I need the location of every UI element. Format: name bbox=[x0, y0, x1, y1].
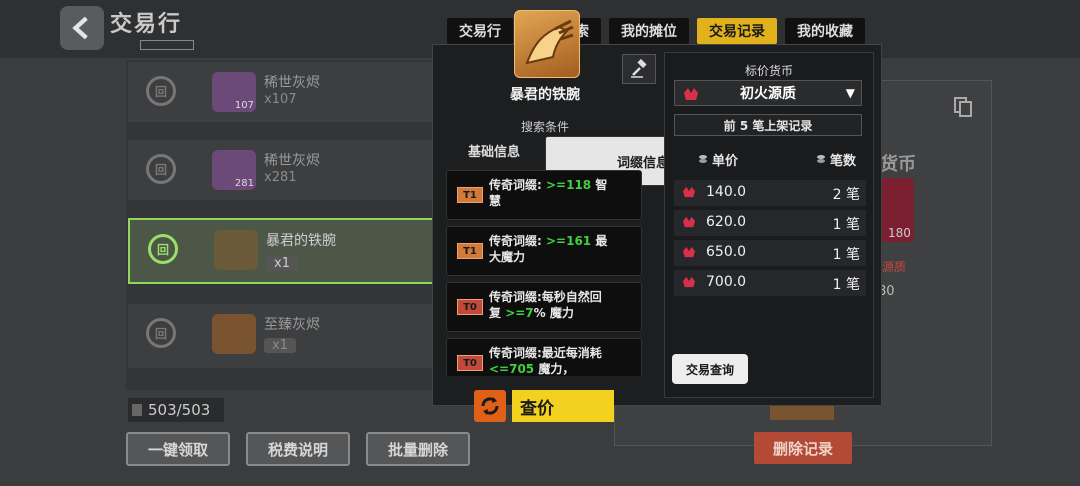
tab-trade-records[interactable]: 交易记录 bbox=[697, 18, 777, 44]
crystal-icon bbox=[683, 276, 695, 288]
tier-badge: T0 bbox=[457, 355, 483, 371]
tab-bar: 交易行 精确搜索 我的摊位 交易记录 我的收藏 bbox=[447, 18, 865, 44]
record-count: 503/503 bbox=[128, 398, 224, 422]
item-thumbnail: 107 bbox=[212, 72, 256, 112]
item-thumbnail bbox=[214, 230, 258, 270]
trade-query-button[interactable]: 交易查询 bbox=[672, 354, 748, 384]
refresh-arrows bbox=[481, 397, 499, 415]
tax-info-button[interactable]: 税费说明 bbox=[246, 432, 350, 466]
recycle-icon: 回 bbox=[146, 76, 176, 106]
unit-price-header: 单价 bbox=[698, 150, 738, 169]
tab-favorites[interactable]: 我的收藏 bbox=[785, 18, 865, 44]
affix-row[interactable]: T0 传奇词缀:最近每消耗 <=705 魔力， bbox=[446, 338, 642, 376]
tier-badge: T1 bbox=[457, 187, 483, 203]
hammer-icon bbox=[631, 59, 647, 78]
tab-my-stall[interactable]: 我的摊位 bbox=[609, 18, 689, 44]
tier-badge: T1 bbox=[457, 243, 483, 259]
currency-select[interactable]: 初火源质 ▼ bbox=[674, 80, 862, 106]
item-thumbnail bbox=[212, 314, 256, 354]
copy-icon[interactable] bbox=[952, 96, 974, 118]
item-name: 至臻灰烬 bbox=[264, 317, 320, 333]
currency-value: 初火源质 bbox=[740, 86, 796, 102]
coin-stack-icon bbox=[817, 154, 825, 163]
currency-label: 标价货币 bbox=[744, 64, 793, 78]
item-name: 稀世灰烬 bbox=[264, 75, 320, 91]
item-quantity: x1 bbox=[266, 256, 298, 271]
crystal-count: 180 bbox=[888, 226, 911, 240]
refresh-icon[interactable] bbox=[474, 390, 506, 422]
title-decoration bbox=[140, 40, 194, 50]
hammer-button[interactable] bbox=[622, 54, 656, 84]
back-button[interactable] bbox=[60, 6, 104, 50]
item-quantity: x1 bbox=[264, 338, 296, 353]
currency-label: 货币 bbox=[880, 154, 916, 175]
gauntlet-icon bbox=[514, 10, 580, 78]
recycle-icon: 回 bbox=[146, 154, 176, 184]
affix-text: 传奇词缀: >=161 最大魔力 bbox=[489, 234, 608, 264]
crystal-icon bbox=[683, 186, 695, 198]
search-conditions-label: 搜索条件 bbox=[520, 120, 569, 134]
table-row: 700.0 1 笔 bbox=[674, 270, 866, 296]
crystal-icon bbox=[683, 246, 695, 258]
recent-listings-label: 前 5 笔上架记录 bbox=[674, 114, 862, 136]
affix-text: 传奇词缀:每秒自然回复 >=7% 魔力 bbox=[489, 290, 602, 320]
table-row: 620.0 1 笔 bbox=[674, 210, 866, 236]
recycle-icon: 回 bbox=[148, 234, 178, 264]
table-row: 140.0 2 笔 bbox=[674, 180, 866, 206]
check-price-button[interactable]: 查价 bbox=[512, 390, 614, 422]
gauntlet-shape bbox=[525, 19, 574, 65]
count-header: 笔数 bbox=[816, 150, 856, 169]
recycle-icon: 回 bbox=[146, 318, 176, 348]
claim-all-button[interactable]: 一键领取 bbox=[126, 432, 230, 466]
affix-text: 传奇词缀:最近每消耗 <=705 魔力， bbox=[489, 346, 602, 376]
page-title: 交易行 bbox=[110, 12, 183, 37]
chevron-left-icon bbox=[72, 16, 88, 40]
crystal-icon bbox=[683, 216, 695, 228]
tab-basic-info[interactable]: 基础信息 bbox=[442, 136, 546, 164]
popup-item-name: 暴君的铁腕 bbox=[510, 87, 580, 103]
tier-badge: T0 bbox=[457, 299, 483, 315]
delete-record-button[interactable]: 删除记录 bbox=[754, 432, 852, 464]
currency-name: 源质 bbox=[882, 260, 907, 274]
crystal-icon bbox=[684, 88, 698, 100]
affix-list: T1 传奇词缀: >=118 智慧 T1 传奇词缀: >=161 最大魔力 T0… bbox=[442, 164, 648, 376]
item-quantity: x107 bbox=[264, 92, 297, 107]
item-thumbnail: 281 bbox=[212, 150, 256, 190]
tab-trade[interactable]: 交易行 bbox=[447, 18, 513, 44]
item-quantity: x281 bbox=[264, 170, 297, 185]
affix-row[interactable]: T1 传奇词缀: >=161 最大魔力 bbox=[446, 226, 642, 276]
item-strip bbox=[770, 404, 834, 420]
item-name: 稀世灰烬 bbox=[264, 153, 320, 169]
table-row: 650.0 1 笔 bbox=[674, 240, 866, 266]
chevron-down-icon: ▼ bbox=[845, 86, 855, 100]
item-name: 暴君的铁腕 bbox=[266, 233, 336, 249]
batch-delete-button[interactable]: 批量删除 bbox=[366, 432, 470, 466]
coin-stack-icon bbox=[699, 154, 707, 163]
affix-text: 传奇词缀: >=118 智慧 bbox=[489, 178, 608, 208]
affix-row[interactable]: T1 传奇词缀: >=118 智慧 bbox=[446, 170, 642, 220]
affix-row[interactable]: T0 传奇词缀:每秒自然回复 >=7% 魔力 bbox=[446, 282, 642, 332]
